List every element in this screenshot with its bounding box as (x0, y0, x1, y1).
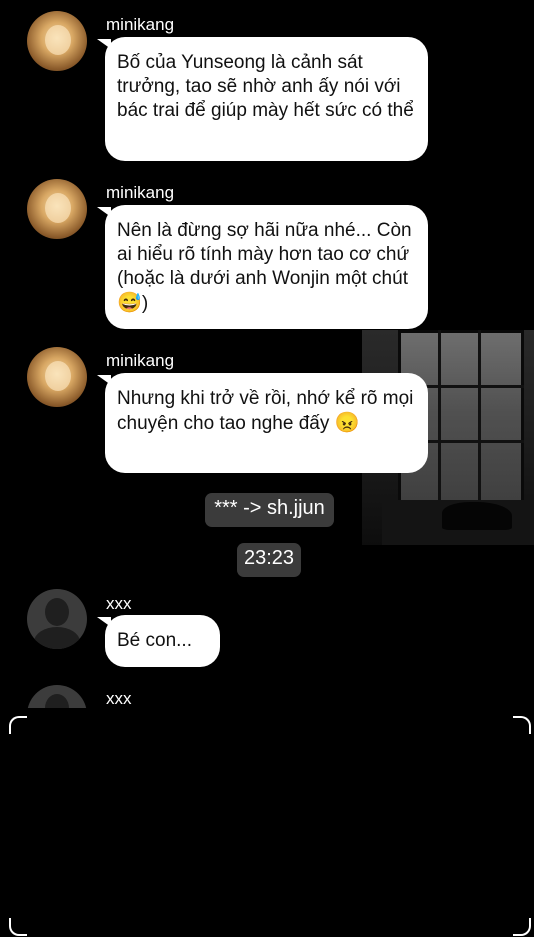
avatar[interactable] (27, 347, 87, 407)
message-text: Nên là đừng sợ hãi nữa nhé... Còn ai hiể… (117, 220, 412, 289)
message-bubble[interactable]: Bố của Yunseong là cảnh sát trưởng, tao … (97, 37, 428, 161)
sender-name: xxx (106, 594, 132, 613)
avatar[interactable] (27, 11, 87, 71)
message-bubble[interactable]: Bé con... (97, 615, 220, 667)
sender-name: xxx (106, 689, 132, 708)
frame-corner (513, 716, 531, 734)
frame-corner (9, 918, 27, 936)
sender-name: minikang (106, 351, 175, 370)
frame-corner (9, 716, 27, 734)
timestamp: 23:23 (237, 543, 301, 577)
input-frame[interactable] (9, 716, 531, 936)
angry-face-emoji-icon: 😠 (334, 412, 360, 434)
message-text: Bé con... (117, 630, 192, 651)
message-text: Bố của Yunseong là cảnh sát trưởng, tao … (117, 52, 414, 121)
frame-corner (513, 918, 531, 936)
partial-message: xxx (0, 680, 534, 708)
rename-notice: *** -> sh.jjun (205, 493, 334, 527)
default-avatar-icon[interactable] (27, 589, 87, 649)
sender-name: minikang (106, 183, 175, 202)
message-bubble[interactable]: Nhưng khi trở về rồi, nhớ kể rõ mọi chuy… (97, 373, 428, 473)
default-avatar-icon[interactable] (27, 685, 87, 708)
message-bubble[interactable]: Nên là đừng sợ hãi nữa nhé... Còn ai hiể… (97, 205, 428, 329)
sweat-smile-emoji-icon: 😅 (117, 292, 142, 314)
message-text: Nhưng khi trở về rồi, nhớ kể rõ mọi chuy… (117, 388, 414, 434)
message-text-tail: ) (141, 293, 149, 314)
sender-name: minikang (106, 15, 175, 34)
avatar[interactable] (27, 179, 87, 239)
